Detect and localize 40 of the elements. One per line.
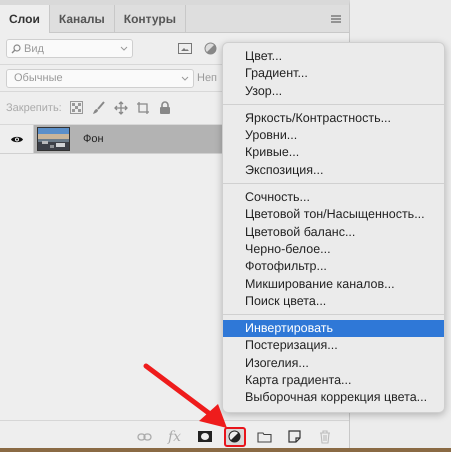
- menu-item[interactable]: Яркость/Контрастность...: [223, 110, 444, 128]
- adjustment-button[interactable]: [224, 426, 246, 446]
- menu-item[interactable]: Цвет...: [223, 48, 444, 66]
- trash-icon: [318, 430, 330, 444]
- move-icon[interactable]: [114, 101, 128, 115]
- menu-item[interactable]: Выборочная коррекция цвета...: [223, 389, 444, 407]
- menu-item[interactable]: Цветовой баланс...: [223, 224, 444, 241]
- new-layer-icon: [288, 430, 301, 443]
- menu-icon[interactable]: [331, 14, 341, 22]
- chevron-icon: [120, 46, 128, 51]
- search-icon: [11, 44, 21, 54]
- lock-label: Закрепить:: [6, 102, 62, 114]
- menu-item[interactable]: Цветовой тон/Насыщенность...: [223, 206, 444, 224]
- menu-item[interactable]: Поиск цвета...: [223, 292, 444, 310]
- lock-icon[interactable]: [158, 101, 172, 115]
- half-circle-icon[interactable]: [204, 42, 217, 55]
- crop-icon[interactable]: [136, 101, 150, 115]
- half-circle-icon: [228, 430, 241, 443]
- eye-icon[interactable]: [10, 134, 24, 144]
- menu-item[interactable]: Фотофильтр...: [223, 258, 444, 276]
- image-icon[interactable]: [178, 43, 192, 54]
- menu-item[interactable]: Экспозиция...: [223, 162, 444, 180]
- brush-icon[interactable]: [92, 101, 106, 115]
- chevron-icon: [181, 76, 189, 80]
- panel-tab[interactable]: Слои: [0, 5, 50, 33]
- menu-item[interactable]: Инвертировать: [223, 320, 444, 338]
- mask-icon: [198, 431, 212, 442]
- menu-item[interactable]: Изогелия...: [223, 354, 444, 372]
- menu-item[interactable]: Черно-белое...: [223, 240, 444, 258]
- menu-item[interactable]: Сочность...: [223, 189, 444, 206]
- layer-name: Фон: [83, 133, 104, 145]
- menu-item[interactable]: Карта градиента...: [223, 372, 444, 390]
- folder-icon: [257, 430, 272, 442]
- checker-icon[interactable]: [70, 101, 84, 115]
- menu-item[interactable]: Микширование каналов...: [223, 276, 444, 293]
- menu-item[interactable]: Постеризация...: [223, 337, 444, 355]
- link-icon: [137, 432, 152, 440]
- menu-item[interactable]: Градиент...: [223, 65, 444, 83]
- menu-item[interactable]: Узор...: [223, 82, 444, 100]
- opacity-label: Неп: [197, 72, 218, 84]
